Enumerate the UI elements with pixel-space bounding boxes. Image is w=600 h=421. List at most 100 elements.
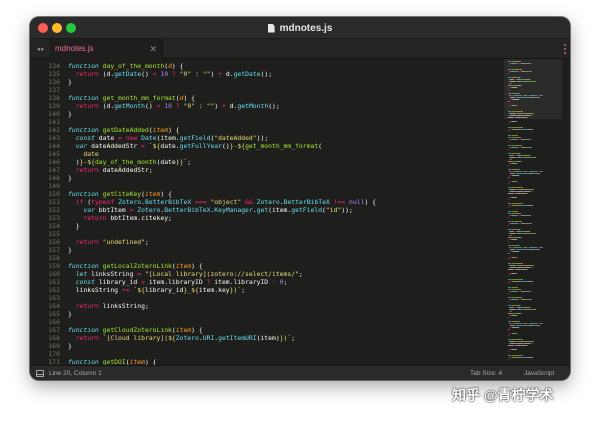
minimap-mark: [516, 305, 518, 306]
minimap-mark: [508, 141, 509, 142]
code-token: getCloudZoteroLink: [102, 326, 172, 334]
minimap-mark: [522, 205, 525, 206]
minimap-mark: [519, 153, 521, 154]
code-token: ) {: [168, 126, 180, 134]
minimap-mark: [526, 193, 528, 194]
line-number: 146: [48, 158, 60, 166]
minimap-mark: [523, 171, 528, 172]
minimap-mark: [523, 249, 525, 250]
code-line: function getLocalZoteroLink(item) {: [68, 262, 498, 270]
minimap-mark: [508, 223, 512, 224]
minimap-mark: [508, 265, 511, 266]
minimap-mark: [527, 95, 529, 96]
minimap-mark: [516, 81, 519, 82]
line-number-gutter: 134 135 136 137 138 139 140 141 142 143 144 145 146 1…: [30, 59, 64, 365]
minimap-mark: [528, 249, 531, 250]
minimap-mark: [512, 327, 520, 328]
minimap-mark: [521, 139, 524, 140]
minimap-mark: [517, 299, 519, 300]
minimap-mark: [511, 211, 515, 212]
minimap-mark: [527, 157, 536, 158]
minimap-mark: [514, 307, 516, 308]
syntax-selector[interactable]: JavaScript: [524, 366, 554, 380]
code-line: return (d.getMonth() < 10 ? "0" : "") + …: [68, 102, 498, 110]
line-number: 161: [48, 278, 60, 286]
line-number: 165: [48, 310, 60, 318]
code-token: (): [221, 142, 230, 150]
minimap-mark: [509, 247, 511, 248]
minimap-mark: [523, 231, 525, 232]
minimap-mark: [508, 275, 509, 276]
minimap-mark: [513, 231, 514, 232]
code-area[interactable]: function day_of_the_month(d) { return (d…: [68, 59, 498, 365]
code-line: if (typeof Zotero.BetterBibTeX === "obje…: [68, 198, 498, 206]
minimap-mark: [509, 171, 511, 172]
minimap-mark: [511, 229, 517, 230]
minimap-mark: [519, 187, 522, 188]
line-number: 136: [48, 78, 60, 86]
code-token: getDateAdded: [102, 126, 149, 134]
minimap-mark: [531, 323, 533, 324]
code-token: item.libraryID: [210, 278, 272, 286]
code-token: getMonth: [114, 102, 145, 110]
minimap-mark: [524, 205, 525, 206]
minimap-mark: [517, 85, 521, 86]
minimap-mark: [508, 253, 510, 254]
minimap-mark: [523, 307, 525, 308]
watermark: 知乎 @青柠学术: [452, 387, 554, 403]
minimap-mark: [516, 95, 522, 96]
minimap-mark: [513, 95, 517, 96]
line-number: 152: [48, 206, 60, 214]
minimap-mark: [535, 157, 536, 158]
minimap-mark: [508, 221, 512, 222]
panel-toggle-icon[interactable]: [36, 370, 44, 377]
nav-arrows-icon[interactable]: ◂▸: [32, 39, 50, 59]
minimap-mark: [521, 313, 522, 314]
minimap-mark: [536, 97, 539, 98]
minimap[interactable]: [504, 59, 562, 365]
close-icon[interactable]: ✕: [149, 39, 157, 59]
minimap-mark: [508, 355, 512, 356]
minimap-mark: [508, 233, 511, 234]
minimap-mark: [528, 281, 532, 282]
minimap-mark: [516, 71, 518, 72]
minimap-mark: [518, 61, 520, 62]
code-token: "object": [210, 198, 242, 206]
code-token: `[Cloud library](${: [102, 334, 176, 342]
minimap-mark: [529, 215, 531, 216]
minimap-mark: [520, 309, 525, 310]
minimap-mark: [516, 287, 518, 288]
code-line: }: [68, 78, 498, 86]
minimap-mark: [531, 115, 533, 116]
code-line: }: [68, 174, 498, 182]
minimap-mark: [508, 155, 511, 156]
code-token: get: [256, 206, 269, 214]
minimap-mark: [541, 247, 543, 248]
minimap-mark: [508, 211, 512, 212]
minimap-mark: [519, 289, 520, 290]
code-token: d.: [225, 102, 238, 110]
minimap-mark: [508, 269, 514, 270]
minimap-mark: [526, 139, 530, 140]
minimap-mark: [516, 181, 517, 182]
minimap-mark: [528, 155, 531, 156]
minimap-mark: [519, 291, 521, 292]
minimap-mark: [520, 297, 523, 298]
minimap-mark: [509, 249, 511, 250]
minimap-mark: [511, 349, 517, 350]
code-line: var bbtItem = Zotero.BetterBibTeX.KeyMan…: [68, 206, 498, 214]
minimap-mark: [508, 69, 512, 70]
minimap-mark: [518, 213, 520, 214]
tab-size-selector[interactable]: Tab Size: 4: [470, 366, 502, 380]
minimap-mark: [525, 299, 527, 300]
tab-mdnotes[interactable]: mdnotes.js ✕: [50, 39, 163, 59]
window-title-text: mdnotes.js: [279, 22, 333, 34]
editor-window: mdnotes.js ◂▸ mdnotes.js ✕ 134 135 136 137 1…: [30, 17, 570, 380]
minimap-mark: [524, 205, 529, 206]
code-editor[interactable]: 134 135 136 137 138 139 140 141 142 143 144 145 146 1…: [30, 59, 570, 365]
code-token: function: [68, 190, 99, 198]
tab-menu-icon[interactable]: [564, 44, 566, 54]
minimap-mark: [518, 147, 520, 148]
minimap-mark: [520, 145, 523, 146]
code-token: get_month_mm_format: [245, 142, 319, 150]
